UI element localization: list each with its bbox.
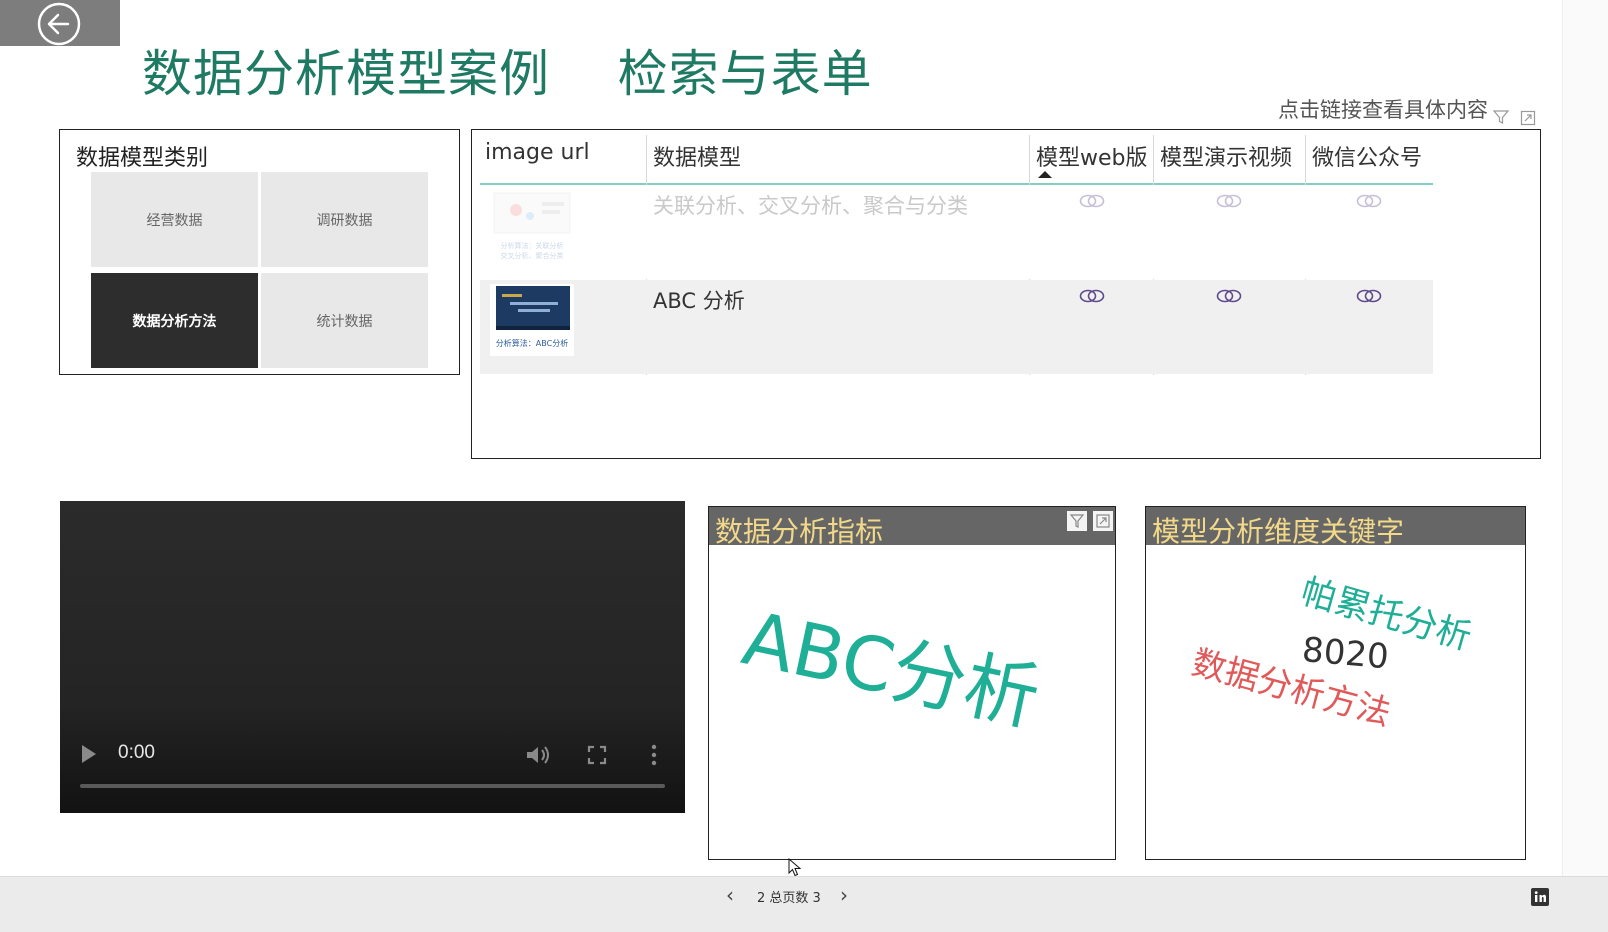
category-tile-label: 统计数据 [316, 313, 373, 330]
row-model-name: 关联分析、交叉分析、聚合与分类 [653, 194, 968, 218]
video-player[interactable]: 0:00 [60, 501, 685, 813]
chain-link-icon[interactable] [1079, 287, 1105, 305]
filter-icon[interactable] [1493, 109, 1509, 125]
svg-text:分析算法：ABC分析: 分析算法：ABC分析 [496, 338, 568, 348]
wordcloud-word[interactable]: ABC分析 [735, 579, 1050, 746]
video-progress-bar[interactable] [80, 784, 665, 788]
model-table: image url 数据模型 模型web版 模型演示视频 微信公众号 分析算法：… [471, 129, 1541, 459]
arrow-left-circle-icon [37, 2, 81, 46]
card-title: 模型分析维度关键字 [1152, 515, 1405, 548]
category-tile-label: 经营数据 [146, 212, 203, 229]
focus-mode-icon[interactable] [1520, 110, 1536, 126]
report-page: 数据分析模型案例 检索与表单 点击链接查看具体内容 数据模型类别 经营数据 调研… [0, 0, 1608, 932]
page-title: 数据分析模型案例 检索与表单 [142, 45, 873, 103]
play-icon[interactable] [82, 745, 96, 763]
sort-ascending-icon [1038, 171, 1052, 178]
category-tile-statistics[interactable]: 统计数据 [261, 273, 428, 368]
fullscreen-icon[interactable] [587, 745, 607, 765]
page-indicator: 2 总页数 3 [757, 891, 821, 906]
category-slicer: 数据模型类别 经营数据 调研数据 数据分析方法 统计数据 [59, 129, 460, 375]
card-title: 数据分析指标 [715, 515, 884, 548]
share-icon[interactable] [1531, 888, 1549, 906]
category-tile-survey[interactable]: 调研数据 [261, 172, 428, 267]
column-header-demo-video[interactable]: 模型演示视频 [1160, 140, 1292, 172]
svg-text:交叉分析、聚合分类: 交叉分析、聚合分类 [501, 251, 564, 260]
table-row[interactable] [480, 280, 1433, 374]
card-header: 模型分析维度关键字 [1146, 507, 1525, 548]
category-tile-label: 调研数据 [316, 212, 373, 229]
focus-mode-icon[interactable] [1093, 511, 1113, 531]
category-tile-operations[interactable]: 经营数据 [91, 172, 258, 267]
svg-text:分析算法：关联分析: 分析算法：关联分析 [501, 241, 564, 250]
chain-link-icon[interactable] [1216, 192, 1242, 210]
video-time: 0:00 [118, 742, 155, 763]
card-header: 数据分析指标 [709, 507, 1115, 548]
chain-link-icon[interactable] [1356, 287, 1382, 305]
more-options-icon[interactable] [649, 744, 659, 766]
column-header-data-model[interactable]: 数据模型 [653, 140, 741, 172]
next-page-icon[interactable]: › [840, 885, 848, 905]
page-navigation-bar: ‹ 2 总页数 3 › [0, 876, 1608, 932]
column-header-image-url[interactable]: image url [485, 140, 590, 165]
category-tile-label: 数据分析方法 [132, 313, 217, 330]
previous-page-icon[interactable]: ‹ [726, 885, 734, 905]
mouse-cursor-icon [788, 858, 802, 877]
back-button[interactable] [0, 0, 120, 46]
row-thumbnail-image[interactable]: 分析算法：ABC分析 [490, 284, 574, 356]
filter-icon[interactable] [1067, 511, 1087, 531]
row-model-name: ABC 分析 [653, 289, 745, 313]
keyword-wordcloud-card: 模型分析维度关键字 帕累托分析 8020 数据分析方法 [1145, 506, 1526, 860]
link-hint-text: 点击链接查看具体内容 [1278, 98, 1488, 122]
chain-link-icon[interactable] [1079, 192, 1105, 210]
chain-link-icon[interactable] [1216, 287, 1242, 305]
category-slicer-title: 数据模型类别 [76, 146, 209, 171]
page-scroll-strip [1562, 0, 1608, 876]
column-header-web-version[interactable]: 模型web版 [1036, 140, 1148, 172]
column-header-wechat[interactable]: 微信公众号 [1312, 140, 1422, 172]
indicator-wordcloud-card: 数据分析指标 ABC分析 [708, 506, 1116, 860]
row-thumbnail-image[interactable]: 分析算法：关联分析 交叉分析、聚合分类 [490, 190, 574, 262]
category-tile-analysis-methods[interactable]: 数据分析方法 [91, 273, 258, 368]
chain-link-icon[interactable] [1356, 192, 1382, 210]
volume-icon[interactable] [525, 744, 551, 766]
